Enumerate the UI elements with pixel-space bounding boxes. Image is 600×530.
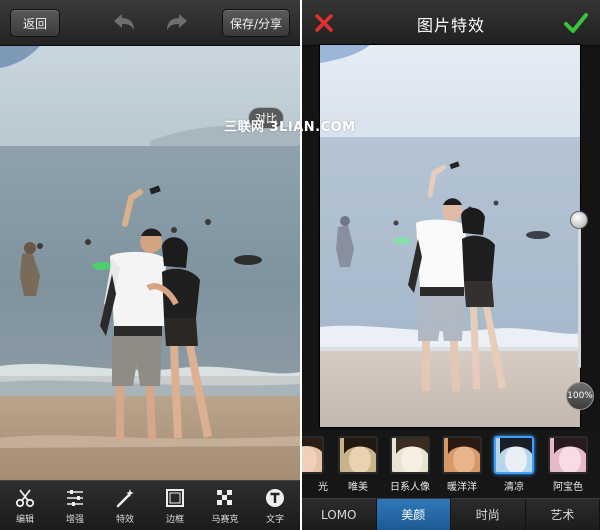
editor-toolbar: 编辑 增强 特效 边框 马赛克 文字 <box>0 480 300 530</box>
back-button[interactable]: 返回 <box>10 9 60 37</box>
redo-icon[interactable] <box>164 11 190 35</box>
tool-label: 特效 <box>115 515 134 525</box>
filter-item[interactable]: 阿宝色 <box>542 436 594 493</box>
tool-enhance[interactable]: 增强 <box>50 481 100 530</box>
tool-frame[interactable]: 边框 <box>150 481 200 530</box>
checkmark-icon[interactable] <box>564 12 588 34</box>
tool-label: 增强 <box>65 515 84 525</box>
effects-top-bar: 图片特效 <box>302 0 600 46</box>
tab-fashion[interactable]: 时尚 <box>451 499 526 530</box>
tool-effects[interactable]: 特效 <box>100 481 150 530</box>
photo-editor-screen: 返回 保存/分享 对比 编辑 增强 特效 边框 马赛克 文字 <box>0 0 300 530</box>
text-icon <box>266 489 284 507</box>
sliders-icon <box>67 490 83 506</box>
filter-item-selected[interactable]: 清凉 <box>488 436 540 493</box>
tab-beauty[interactable]: 美颜 <box>376 499 451 530</box>
filter-label: 暖洋洋 <box>447 482 477 493</box>
frame-icon <box>166 489 184 507</box>
scissors-icon <box>15 489 35 508</box>
filter-label: 阿宝色 <box>553 482 583 493</box>
tool-mosaic[interactable]: 马赛克 <box>200 481 250 530</box>
tool-text[interactable]: 文字 <box>250 481 300 530</box>
strength-slider-track[interactable] <box>578 218 581 368</box>
watermark-text: 三联网 3LIAN.COM <box>224 120 356 135</box>
tool-label: 马赛克 <box>211 515 239 525</box>
tab-lomo[interactable]: LOMO <box>302 499 377 530</box>
undo-icon[interactable] <box>111 11 137 35</box>
filter-label: 清凉 <box>504 482 524 493</box>
mosaic-icon <box>217 490 232 505</box>
editor-top-bar: 返回 保存/分享 <box>0 0 300 46</box>
filter-thumbnail <box>390 436 430 474</box>
magic-wand-icon <box>116 489 134 508</box>
editing-photo: 对比 <box>0 46 300 480</box>
filter-label: 日系人像 <box>390 482 430 493</box>
filter-thumbnail <box>494 436 534 474</box>
filter-item[interactable]: 唯美 <box>332 436 384 493</box>
save-share-button[interactable]: 保存/分享 <box>222 9 290 37</box>
tool-label: 边框 <box>165 515 184 525</box>
tool-label: 文字 <box>265 515 284 525</box>
strength-percent-badge: 100% <box>566 382 594 410</box>
filter-label: 光 <box>318 482 328 493</box>
tool-edit[interactable]: 编辑 <box>0 481 50 530</box>
filter-category-tabs: LOMO 美颜 时尚 艺术 <box>302 498 600 530</box>
filter-strip[interactable]: 光 唯美 日系人像 暖洋洋 清凉 阿宝色 <box>302 430 600 498</box>
preview-photo <box>319 44 581 428</box>
filter-label: 唯美 <box>348 482 368 493</box>
filter-item[interactable]: 暖洋洋 <box>436 436 488 493</box>
filter-item[interactable]: 光 <box>302 436 330 493</box>
filter-thumbnail <box>442 436 482 474</box>
effects-screen: 图片特效 100% 光 唯美 日系人像 暖洋洋 清凉 阿宝色 LOMO 美颜 时… <box>302 0 600 530</box>
filter-thumbnail <box>302 436 324 474</box>
page-title: 图片特效 <box>416 16 485 35</box>
tab-art[interactable]: 艺术 <box>526 499 600 530</box>
filter-thumbnail <box>338 436 378 474</box>
close-icon[interactable] <box>314 13 334 33</box>
tool-label: 编辑 <box>15 515 34 525</box>
filter-item[interactable]: 日系人像 <box>384 436 436 493</box>
strength-slider-handle[interactable] <box>570 211 588 229</box>
filter-thumbnail <box>548 436 588 474</box>
